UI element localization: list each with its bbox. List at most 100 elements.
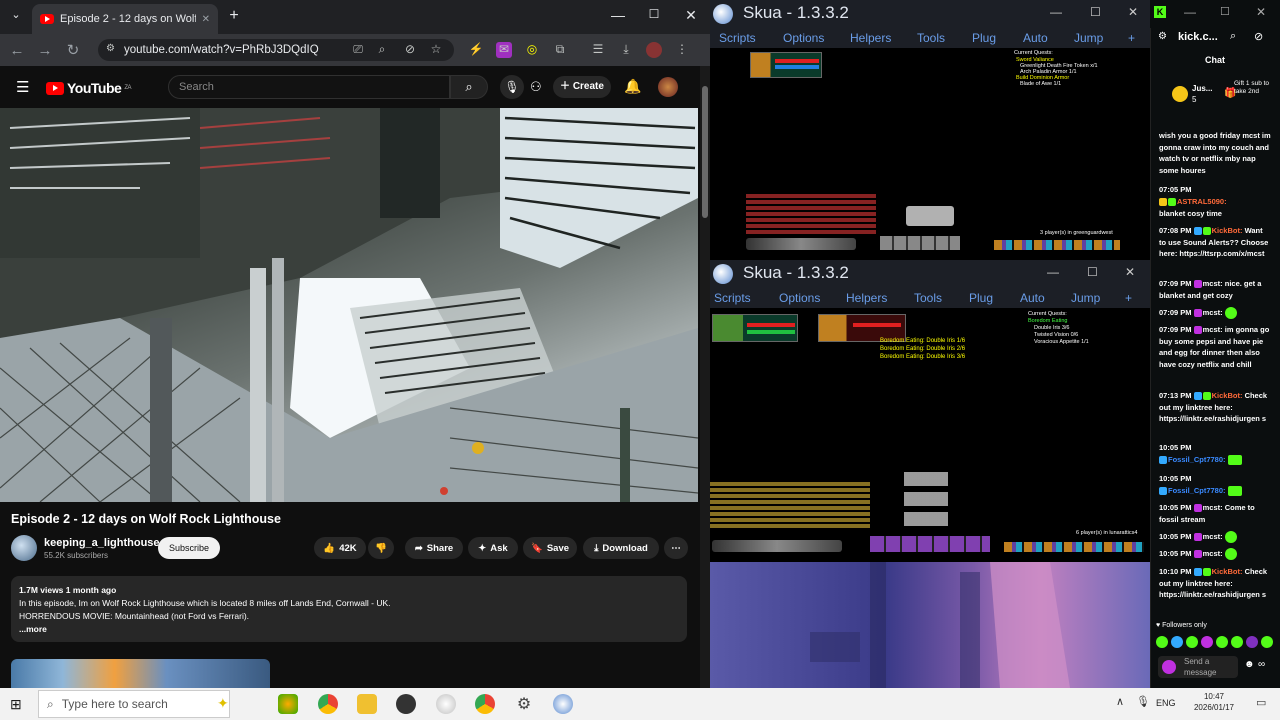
extension-game-icon[interactable]: ⚇ <box>530 79 542 95</box>
related-video-thumbnail[interactable] <box>11 659 270 689</box>
like-button[interactable]: 👍 42K <box>314 537 366 559</box>
extension-icon-2[interactable]: ✉ <box>496 42 512 58</box>
site-info-icon[interactable]: ⚙ <box>106 43 115 54</box>
game-viewport[interactable]: Boredom Eating: Double Iris 1/6 Boredom … <box>710 308 1150 562</box>
tab-search-icon[interactable]: ⌄ <box>6 8 26 21</box>
emote-icon[interactable] <box>1231 636 1243 648</box>
notifications-bell-icon[interactable]: 🔔 <box>624 78 641 95</box>
menu-plug[interactable]: Plug <box>969 291 993 305</box>
inventory-shortcuts[interactable] <box>994 240 1120 250</box>
extension-icon-3[interactable]: ◎ <box>524 42 540 58</box>
windows-start-icon[interactable]: ⊞ <box>10 696 22 713</box>
menu-plug[interactable]: Plug <box>972 31 996 45</box>
message-user[interactable]: Fossil_Cpt7780: <box>1168 486 1226 495</box>
share-button[interactable]: ➦ Share <box>405 537 463 559</box>
message-user[interactable]: mcst: <box>1203 532 1223 541</box>
voice-search-icon[interactable]: 🎙 <box>500 75 524 99</box>
minimize-button[interactable]: — <box>608 7 628 23</box>
kick-hide-icon[interactable]: ⊘ <box>1254 30 1263 43</box>
inventory-shortcuts[interactable] <box>1004 542 1144 552</box>
chat-input-bar[interactable] <box>746 238 856 250</box>
profile-avatar[interactable] <box>646 42 662 58</box>
send-message-input[interactable]: Send a message <box>1158 656 1238 678</box>
hamburger-menu-icon[interactable]: ☰ <box>16 78 29 96</box>
eye-off-icon[interactable]: ⊘ <box>402 42 418 58</box>
steam-icon[interactable] <box>396 694 416 714</box>
skua-minimize-button[interactable]: — <box>1050 5 1062 19</box>
taskbar-search-box[interactable]: ⌕ Type here to search ✦ <box>38 690 230 718</box>
skill-bar[interactable] <box>880 236 960 250</box>
channel-name[interactable]: keeping_a_lighthouse <box>44 537 160 549</box>
skua-maximize-button[interactable]: ☐ <box>1090 5 1101 19</box>
kick-close-button[interactable]: ✕ <box>1256 5 1266 19</box>
message-user[interactable]: KickBot: <box>1212 226 1243 235</box>
bookmark-star-icon[interactable]: ☆ <box>428 42 444 58</box>
copilot-icon[interactable] <box>278 694 298 714</box>
message-user[interactable]: mcst: <box>1203 308 1223 317</box>
emote-icon[interactable] <box>1216 636 1228 648</box>
kick-maximize-button[interactable]: ☐ <box>1220 5 1230 18</box>
menu-jump[interactable]: Jump <box>1071 291 1100 305</box>
kick-search-icon[interactable]: ⌕ <box>1230 30 1236 43</box>
more-actions-button[interactable]: ⋯ <box>664 537 688 559</box>
youtube-search-button[interactable]: ⌕ <box>450 75 488 99</box>
emote-icon[interactable] <box>1201 636 1213 648</box>
microphone-icon[interactable]: 🎙 <box>1136 695 1150 708</box>
message-user[interactable]: KickBot: <box>1212 391 1243 400</box>
tab-close-icon[interactable]: ✕ <box>202 14 210 25</box>
ask-button[interactable]: ✦ Ask <box>468 537 518 559</box>
file-explorer-icon[interactable] <box>357 694 377 714</box>
skua-minimize-button[interactable]: — <box>1047 265 1059 279</box>
skua-maximize-button[interactable]: ☐ <box>1087 265 1098 279</box>
emote-icon[interactable] <box>1171 636 1183 648</box>
language-indicator[interactable]: ENG <box>1156 698 1176 708</box>
video-player[interactable] <box>0 108 698 502</box>
emote-picker-icon[interactable]: ☻ <box>1244 659 1255 670</box>
menu-kebab-icon[interactable]: ⋮ <box>674 42 690 58</box>
chat-input-bar[interactable] <box>712 540 842 552</box>
download-button[interactable]: ⤓ Download <box>583 537 659 559</box>
close-button[interactable]: ✕ <box>681 7 701 24</box>
channel-avatar[interactable] <box>11 535 37 561</box>
system-clock[interactable]: 10:47 2026/01/17 <box>1186 691 1242 713</box>
tab-youtube[interactable]: Episode 2 - 12 days on Wolf ✕ <box>32 4 218 34</box>
tray-chevron-icon[interactable]: ∧ <box>1116 695 1124 708</box>
app-icon-5[interactable] <box>436 694 456 714</box>
menu-add[interactable]: + <box>1125 291 1132 305</box>
reload-icon[interactable]: ↻ <box>62 41 84 59</box>
menu-auto[interactable]: Auto <box>1020 291 1045 305</box>
create-button[interactable]: ＋ Create <box>553 76 611 98</box>
extension-icon-1[interactable]: ⚡ <box>468 42 484 58</box>
menu-tools[interactable]: Tools <box>914 291 942 305</box>
subscribe-button[interactable]: Subscribe <box>158 537 220 559</box>
skua-close-button[interactable]: ✕ <box>1128 5 1138 19</box>
dislike-button[interactable]: 👎 <box>368 537 394 559</box>
menu-options[interactable]: Options <box>783 31 824 45</box>
video-description[interactable]: 1.7M views 1 month ago In this episode, … <box>11 576 687 642</box>
message-user[interactable]: mcst: <box>1203 503 1223 512</box>
message-user[interactable]: ASTRAL5090: <box>1177 197 1227 206</box>
show-more-link[interactable]: ...more <box>19 623 679 636</box>
message-user[interactable]: mcst: <box>1203 549 1223 558</box>
kick-settings-icon[interactable]: ⚙ <box>1158 31 1167 42</box>
emote-icon[interactable] <box>1261 636 1273 648</box>
menu-scripts[interactable]: Scripts <box>714 291 751 305</box>
maximize-button[interactable]: ☐ <box>644 7 664 21</box>
message-user[interactable]: mcst: <box>1203 279 1223 288</box>
kick-minimize-button[interactable]: — <box>1184 5 1196 19</box>
menu-auto[interactable]: Auto <box>1023 31 1048 45</box>
menu-helpers[interactable]: Helpers <box>850 31 891 45</box>
game-viewport[interactable]: Current Quests: Sword Valiance Greenligh… <box>710 48 1150 260</box>
menu-scripts[interactable]: Scripts <box>719 31 756 45</box>
save-button[interactable]: 🔖 Save <box>523 537 577 559</box>
back-icon[interactable]: ← <box>6 42 28 59</box>
settings-chat-icon[interactable]: ∞ <box>1258 659 1265 670</box>
forward-icon[interactable]: → <box>34 42 56 59</box>
emote-icon[interactable] <box>1246 636 1258 648</box>
message-user[interactable]: KickBot: <box>1212 567 1243 576</box>
menu-add[interactable]: + <box>1128 31 1135 45</box>
account-avatar[interactable] <box>658 77 678 97</box>
menu-options[interactable]: Options <box>779 291 820 305</box>
cast-icon[interactable]: ⎚ <box>350 42 366 58</box>
chrome-taskbar-icon-2[interactable] <box>475 694 495 714</box>
